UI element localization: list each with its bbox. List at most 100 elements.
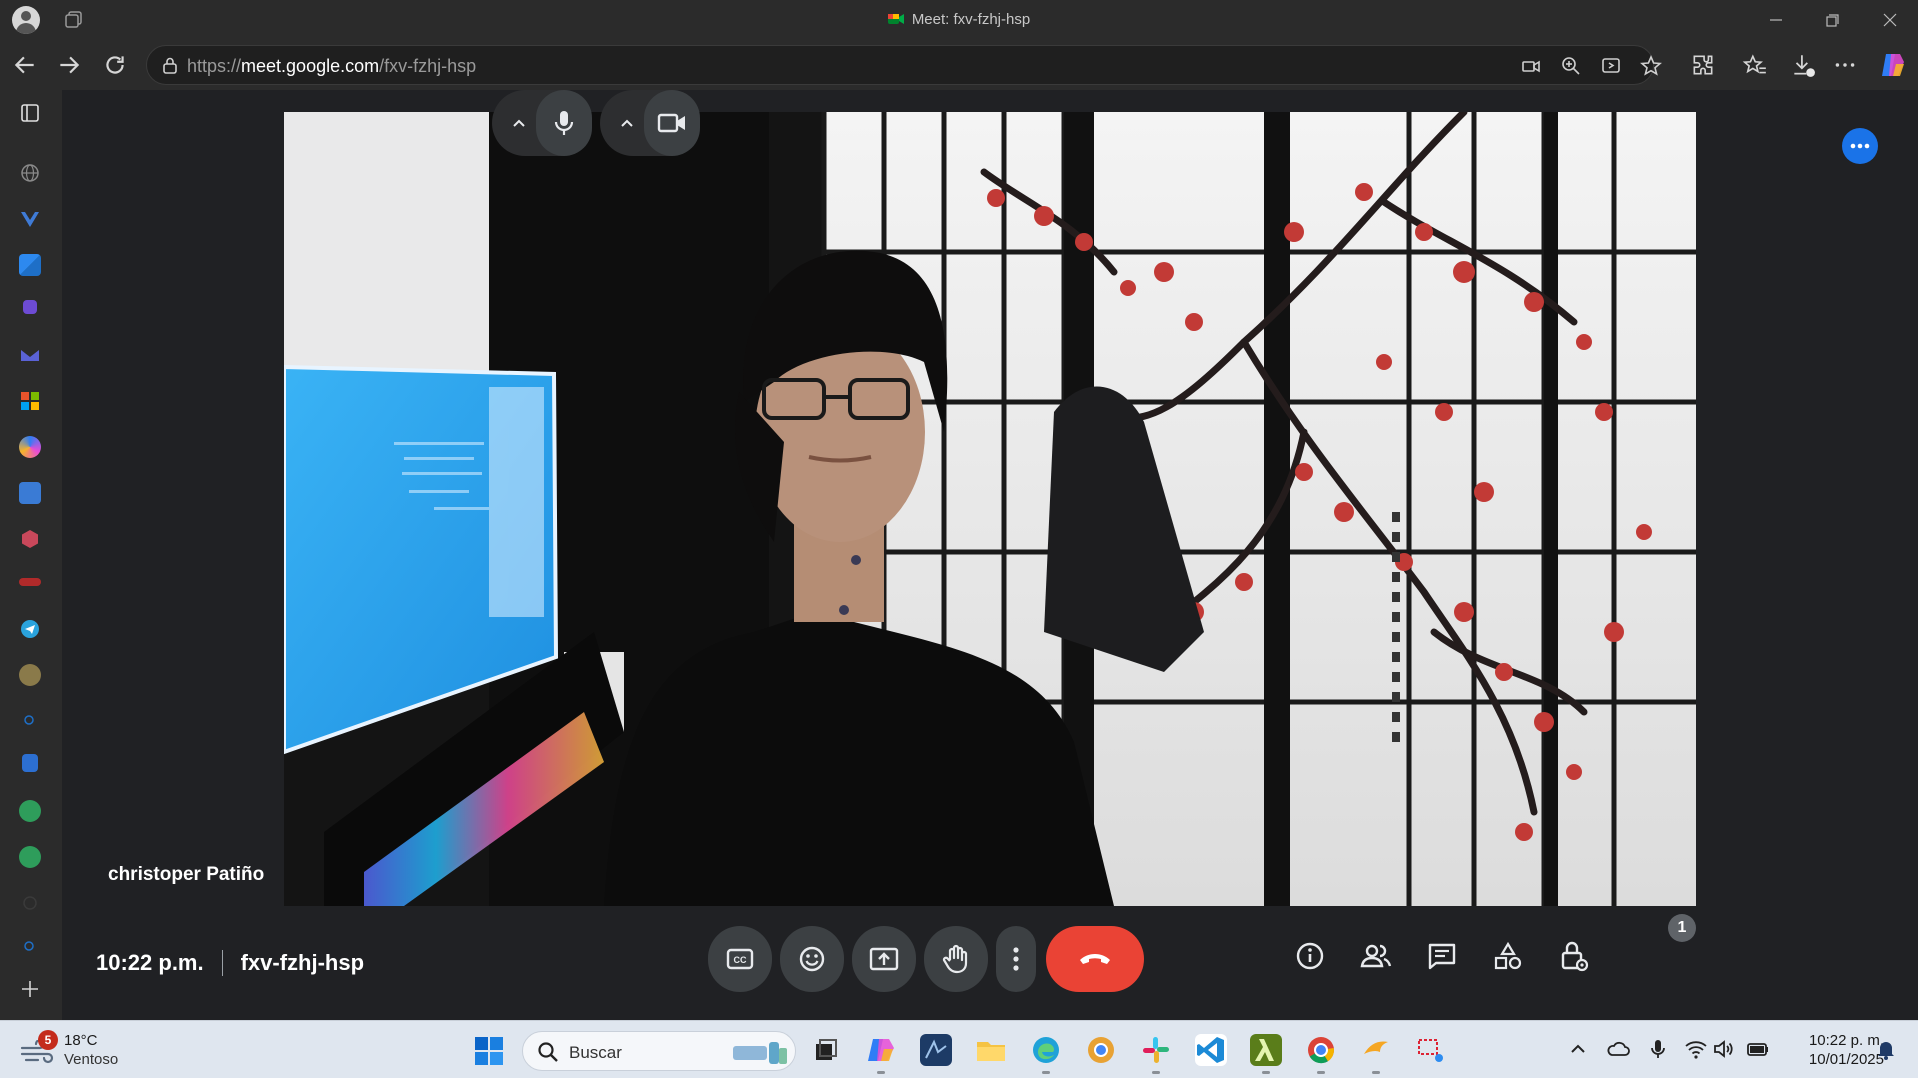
url-path: /fxv-fzhj-hsp xyxy=(379,56,477,76)
captions-button[interactable]: CC xyxy=(708,926,772,992)
participant-video-tile[interactable] xyxy=(284,112,1696,906)
sidebar-circle-icon[interactable] xyxy=(19,892,41,914)
wifi-icon[interactable] xyxy=(1684,1037,1708,1061)
host-controls-button[interactable] xyxy=(1552,934,1596,978)
copilot-icon[interactable] xyxy=(1878,50,1908,80)
file-explorer-icon[interactable] xyxy=(975,1034,1007,1066)
sidebar-cube-icon[interactable] xyxy=(19,528,41,550)
sidebar-telegram-icon[interactable] xyxy=(19,618,41,640)
participant-name-label: christoper Patiño xyxy=(108,864,265,885)
sidebar-app-13-icon[interactable] xyxy=(19,664,41,686)
sidebar-office-icon[interactable] xyxy=(19,390,41,412)
windows-start-icon[interactable] xyxy=(474,1036,504,1066)
mic-options-chevron-icon[interactable] xyxy=(508,112,530,134)
tray-microphone-icon[interactable] xyxy=(1646,1037,1670,1061)
reactions-button[interactable] xyxy=(780,926,844,992)
zoom-icon[interactable] xyxy=(1559,54,1583,78)
raise-hand-button[interactable] xyxy=(924,926,988,992)
favorite-star-icon[interactable] xyxy=(1639,54,1663,78)
weather-widget[interactable]: 5 18°C Ventoso xyxy=(20,1030,140,1070)
close-icon[interactable] xyxy=(1878,8,1902,32)
clock-time: 10:22 p. m. xyxy=(1808,1032,1884,1049)
sidebar-app-17-icon[interactable] xyxy=(19,846,41,868)
vscode-taskbar-icon[interactable] xyxy=(1195,1034,1227,1066)
onedrive-cloud-icon[interactable] xyxy=(1606,1037,1630,1061)
taskbar-clock[interactable]: 10:22 p. m. 10/01/2025 xyxy=(1786,1031,1884,1069)
meeting-details-button[interactable] xyxy=(1288,934,1332,978)
meeting-time: 10:22 p.m. xyxy=(96,950,204,975)
chrome-taskbar-icon[interactable] xyxy=(1305,1034,1337,1074)
meeting-info-separator xyxy=(221,950,223,976)
task-view-icon[interactable] xyxy=(810,1034,842,1066)
sidebar-red-bar-icon[interactable] xyxy=(19,578,41,586)
window-title: Meet: fxv-fzhj-hsp xyxy=(0,11,1918,28)
back-arrow-icon[interactable] xyxy=(12,52,38,78)
sidebar-document-icon[interactable] xyxy=(22,754,38,772)
sidebar-app-4-icon[interactable] xyxy=(23,300,37,314)
forward-arrow-icon[interactable] xyxy=(56,52,82,78)
taskbar-search-box[interactable]: Buscar xyxy=(522,1031,796,1071)
lock-icon[interactable] xyxy=(161,56,179,74)
slack-taskbar-icon[interactable] xyxy=(1140,1034,1172,1074)
settings-more-icon[interactable] xyxy=(1832,52,1858,78)
video-camera-icon xyxy=(657,113,685,133)
app-available-icon[interactable] xyxy=(1599,54,1623,78)
sidebar-globe-icon[interactable] xyxy=(19,162,41,184)
camera-control-group xyxy=(600,90,700,156)
url-text: https://meet.google.com/fxv-fzhj-hsp xyxy=(187,56,476,77)
sidebar-add-icon[interactable] xyxy=(19,978,41,1000)
people-button[interactable] xyxy=(1354,934,1398,978)
leave-call-button[interactable] xyxy=(1046,926,1144,992)
sidebar-app-3-icon[interactable] xyxy=(19,254,41,276)
edge-taskbar-icon[interactable] xyxy=(1030,1034,1062,1074)
search-icon xyxy=(538,1042,558,1062)
camera-button[interactable] xyxy=(644,90,700,156)
sidebar-mail-icon[interactable] xyxy=(19,344,41,366)
address-bar[interactable]: https://meet.google.com/fxv-fzhj-hsp xyxy=(146,45,1662,85)
chat-button[interactable] xyxy=(1420,934,1464,978)
more-horizontal-icon xyxy=(1850,143,1870,149)
more-options-button[interactable] xyxy=(996,926,1036,992)
chrome-canary-taskbar-icon[interactable] xyxy=(1085,1034,1117,1066)
weather-temperature: 18°C xyxy=(64,1032,98,1049)
sidebar-app-16-icon[interactable] xyxy=(19,800,41,822)
refresh-icon[interactable] xyxy=(102,52,128,78)
sidebar-search-icon[interactable] xyxy=(19,710,41,732)
browser-sidebar xyxy=(0,90,62,1020)
extensions-icon[interactable] xyxy=(1690,52,1716,78)
restore-icon[interactable] xyxy=(1820,8,1844,32)
more-vertical-icon xyxy=(1013,947,1019,971)
sidebar-translate-icon[interactable] xyxy=(19,482,41,504)
weather-condition: Ventoso xyxy=(64,1051,119,1068)
sidebar-panel-icon[interactable] xyxy=(19,102,41,124)
windows-taskbar: 5 18°C Ventoso Buscar 10:22 p. m. 10/01/… xyxy=(0,1020,1918,1078)
activities-shapes-icon xyxy=(1494,941,1522,970)
sidebar-search-2-icon[interactable] xyxy=(19,936,41,958)
copilot-taskbar-icon[interactable] xyxy=(865,1034,897,1074)
show-hidden-icons-chevron-icon[interactable] xyxy=(1566,1037,1590,1061)
present-screen-button[interactable] xyxy=(852,926,916,992)
dbeaver-taskbar-icon[interactable] xyxy=(920,1034,952,1066)
sidebar-vuejs-icon[interactable] xyxy=(19,208,41,230)
battery-charging-icon[interactable] xyxy=(1746,1037,1770,1061)
volume-icon[interactable] xyxy=(1712,1037,1736,1061)
camera-options-chevron-icon[interactable] xyxy=(616,112,638,134)
browser-toolbar: https://meet.google.com/fxv-fzhj-hsp xyxy=(0,40,1918,90)
lambda-app-taskbar-icon[interactable] xyxy=(1250,1034,1282,1074)
emoji-smile-icon xyxy=(799,946,825,972)
downloads-icon[interactable] xyxy=(1790,52,1816,78)
search-placeholder: Buscar xyxy=(569,1043,622,1062)
video-more-options-button[interactable] xyxy=(1842,128,1878,164)
camera-in-use-icon[interactable] xyxy=(1519,54,1543,78)
notification-bell-icon[interactable] xyxy=(1874,1037,1898,1061)
snipping-tool-taskbar-icon[interactable] xyxy=(1415,1034,1447,1066)
minimize-icon[interactable] xyxy=(1764,8,1788,32)
favorites-icon[interactable] xyxy=(1742,52,1768,78)
app-bird-taskbar-icon[interactable] xyxy=(1360,1034,1392,1074)
google-meet-favicon-icon xyxy=(887,14,904,24)
hang-up-phone-icon xyxy=(1080,954,1110,964)
microphone-control-group xyxy=(492,90,592,156)
activities-button[interactable] xyxy=(1486,934,1530,978)
microphone-button[interactable] xyxy=(536,90,592,156)
sidebar-copilot-icon[interactable] xyxy=(19,436,41,458)
